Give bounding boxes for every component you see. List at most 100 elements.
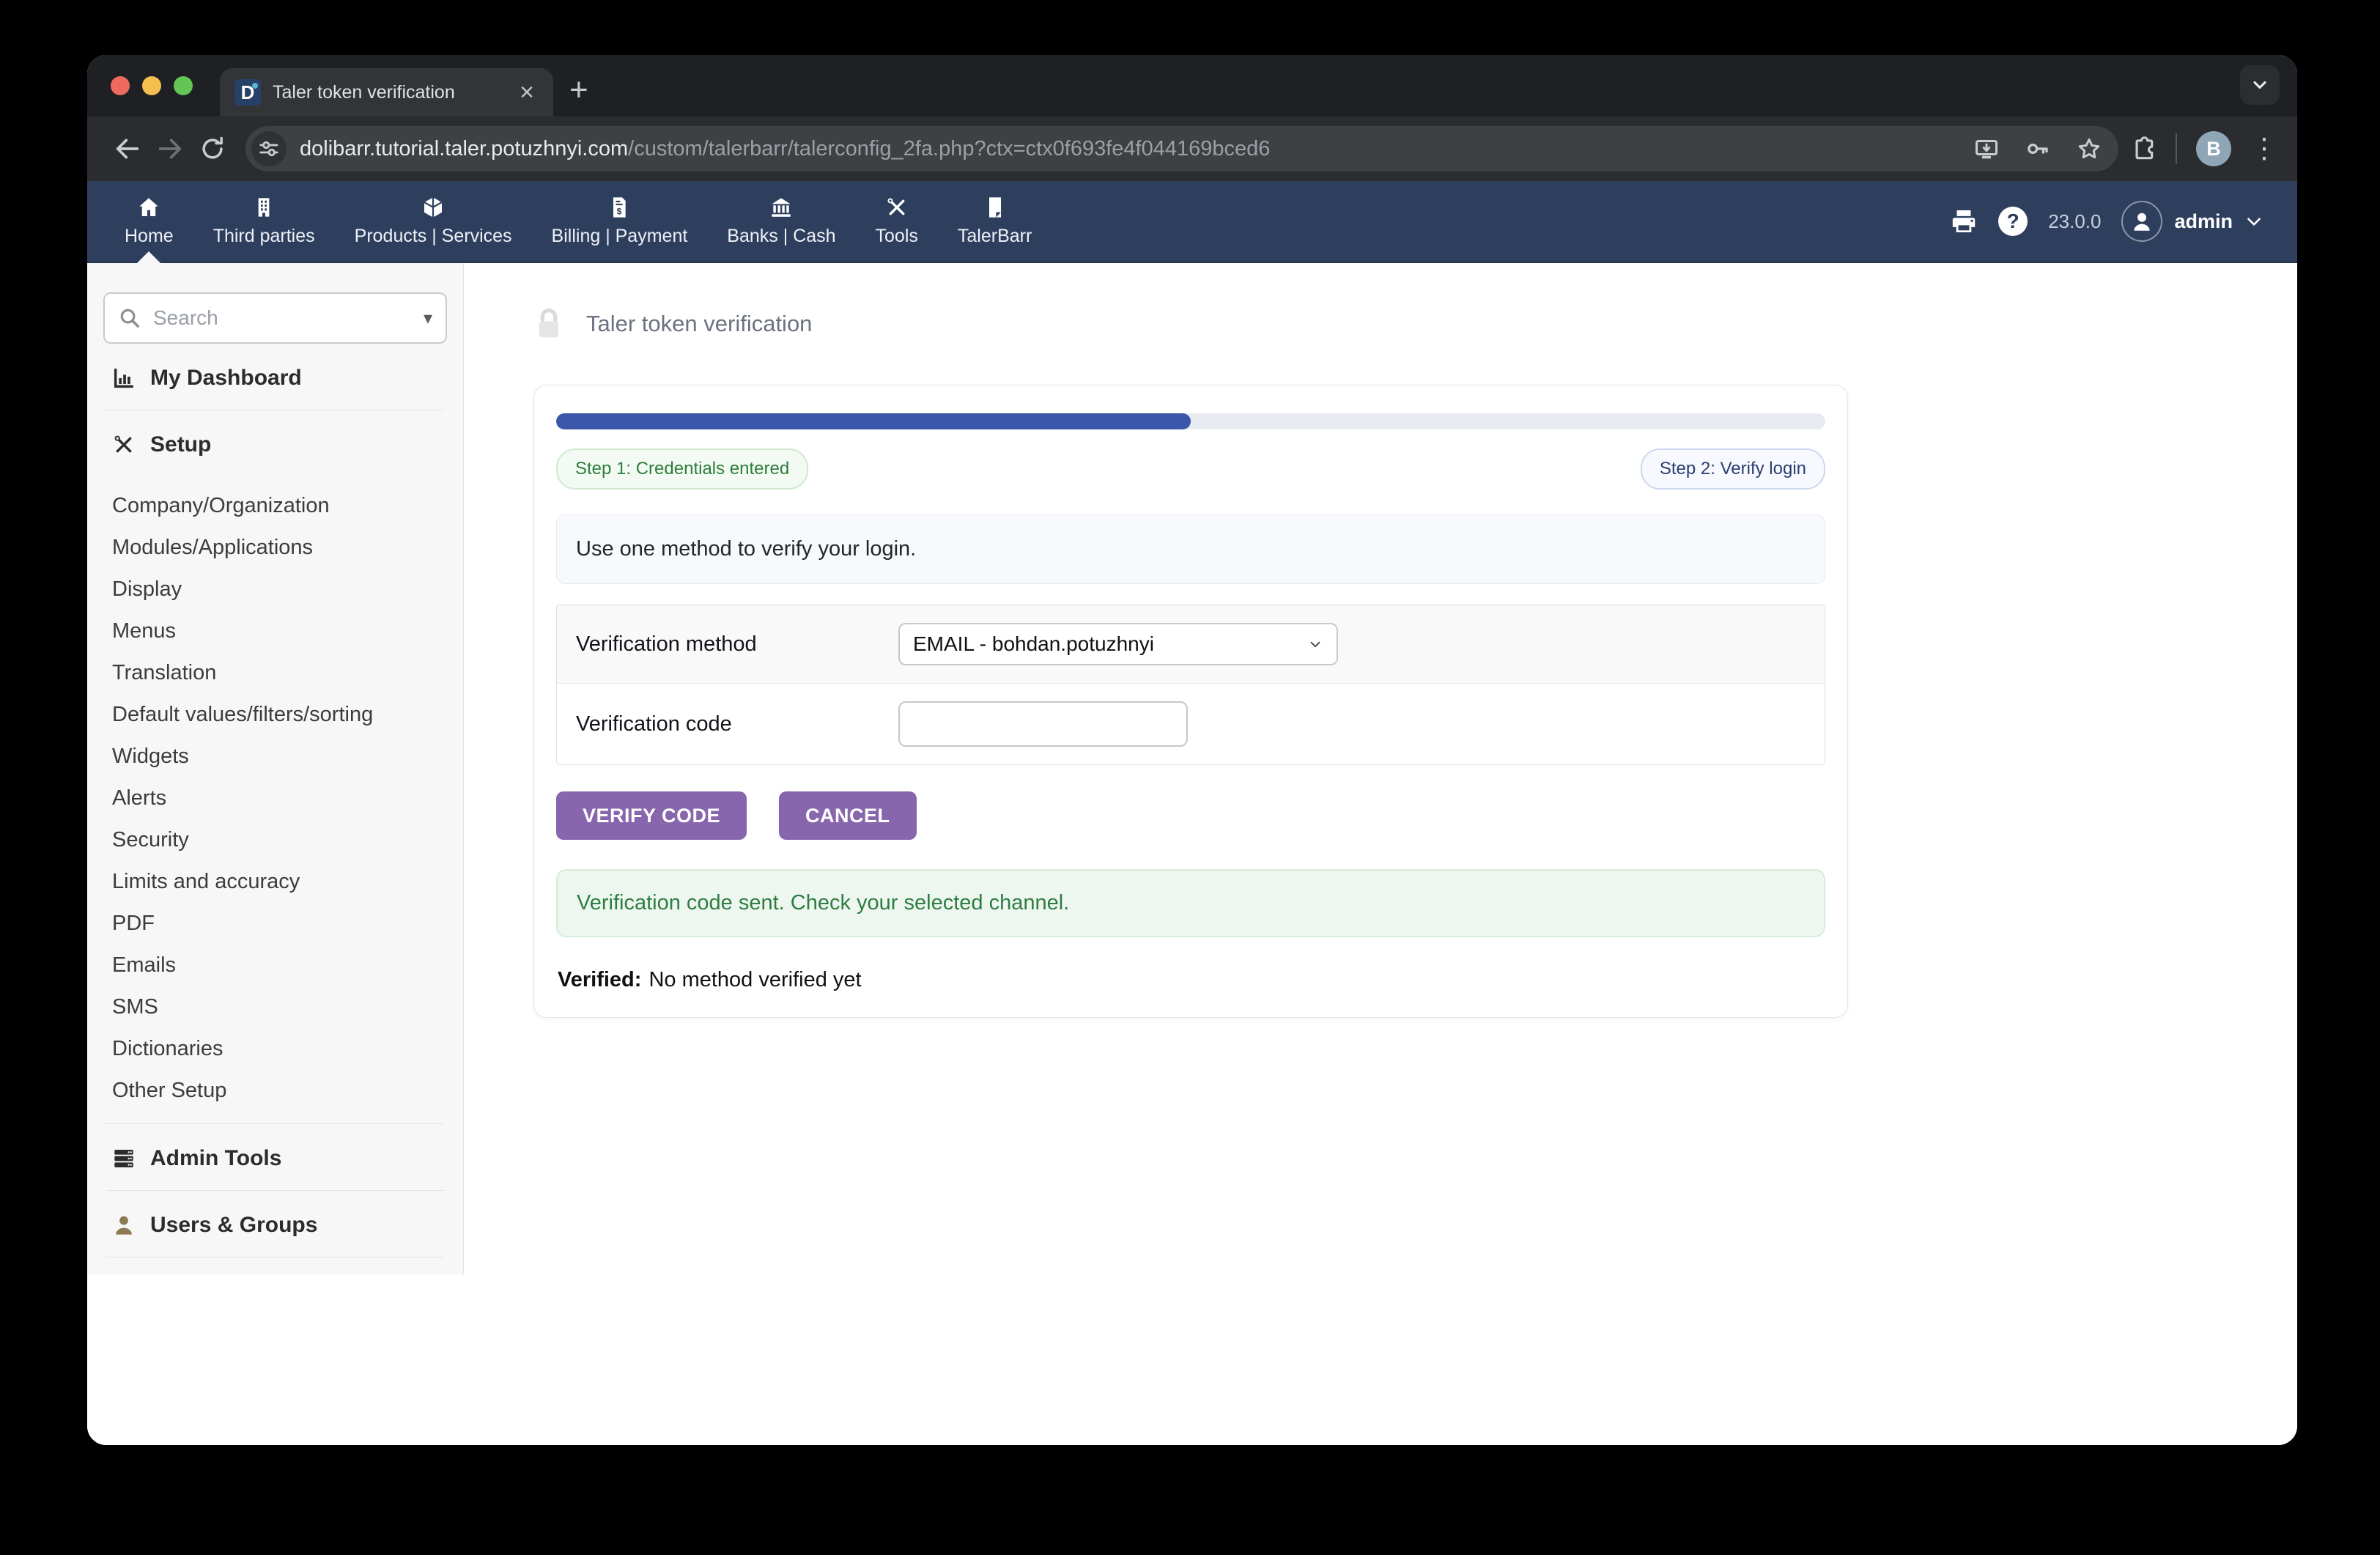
sidebar-search-box[interactable]: ▾	[103, 292, 447, 344]
bill-icon: $	[607, 196, 631, 219]
sidebar-item-menus[interactable]: Menus	[103, 610, 447, 652]
sidebar-item-dictionaries[interactable]: Dictionaries	[103, 1028, 447, 1070]
sidebar-item-default-values[interactable]: Default values/filters/sorting	[103, 694, 447, 736]
url-domain: dolibarr.tutorial.taler.potuzhnyi.com	[300, 137, 628, 160]
back-button[interactable]	[106, 128, 149, 170]
sidebar-item-dashboard[interactable]: My Dashboard	[103, 344, 447, 410]
nav-item-home[interactable]: Home	[105, 181, 193, 262]
user-menu[interactable]: admin	[2121, 201, 2263, 242]
nav-item-banks-cash[interactable]: Banks | Cash	[707, 181, 855, 262]
bookmark-star-icon[interactable]	[2076, 136, 2102, 162]
sidebar-item-setup[interactable]: Setup	[103, 410, 447, 476]
sidebar-item-other-setup[interactable]: Other Setup	[103, 1070, 447, 1112]
nav-label: Banks | Cash	[727, 226, 835, 247]
building-icon	[252, 196, 276, 219]
sidebar-item-admin-tools[interactable]: Admin Tools	[103, 1124, 447, 1190]
reload-button[interactable]	[191, 128, 234, 170]
help-glyph: ?	[2007, 210, 2019, 233]
new-tab-button[interactable]: +	[569, 74, 588, 106]
sidebar-item-company-organization[interactable]: Company/Organization	[103, 485, 447, 527]
dashboard-label: My Dashboard	[150, 366, 302, 391]
instruction-box: Use one method to verify your login.	[556, 514, 1825, 584]
tools-icon	[885, 196, 909, 219]
verification-code-input[interactable]	[898, 701, 1188, 747]
browser-tab[interactable]: D Taler token verification ×	[220, 68, 553, 117]
forward-arrow-icon	[155, 134, 185, 163]
extensions-puzzle-icon[interactable]	[2129, 135, 2157, 163]
nav-item-third-parties[interactable]: Third parties	[193, 181, 335, 262]
password-key-icon[interactable]	[2025, 136, 2051, 162]
browser-toolbar: dolibarr.tutorial.taler.potuzhnyi.com/cu…	[87, 117, 2297, 181]
url-bar[interactable]: dolibarr.tutorial.taler.potuzhnyi.com/cu…	[245, 126, 2118, 171]
verification-code-label: Verification code	[576, 712, 898, 736]
admin-tools-label: Admin Tools	[150, 1146, 281, 1171]
minimize-window-button[interactable]	[142, 76, 161, 95]
setup-label: Setup	[150, 432, 211, 457]
print-icon[interactable]	[1950, 207, 1978, 235]
selected-method: EMAIL - bohdan.potuzhnyi	[913, 632, 1154, 656]
lock-icon	[533, 306, 564, 342]
tab-close-icon[interactable]: ×	[515, 78, 539, 106]
close-window-button[interactable]	[111, 76, 130, 95]
nav-label: Third parties	[213, 226, 315, 247]
zoom-window-button[interactable]	[174, 76, 193, 95]
document-icon	[983, 196, 1007, 219]
app-top-navbar: Home Third parties Products | Services $…	[87, 181, 2297, 263]
users-groups-label: Users & Groups	[150, 1213, 317, 1238]
verified-value: No method verified yet	[648, 968, 861, 991]
help-button[interactable]: ?	[1998, 207, 2028, 236]
sidebar-item-alerts[interactable]: Alerts	[103, 778, 447, 819]
sidebar-item-pdf[interactable]: PDF	[103, 903, 447, 945]
page-title: Taler token verification	[586, 311, 812, 337]
cube-icon	[421, 196, 445, 219]
sidebar-item-users-groups[interactable]: Users & Groups	[103, 1191, 447, 1257]
sidebar-item-emails[interactable]: Emails	[103, 945, 447, 986]
tab-strip: D Taler token verification × +	[87, 55, 2297, 117]
search-icon	[118, 306, 141, 330]
app-version: 23.0.0	[2048, 210, 2101, 233]
nav-item-billing-payment[interactable]: $ Billing | Payment	[532, 181, 708, 262]
url-text: dolibarr.tutorial.taler.potuzhnyi.com/cu…	[300, 137, 1959, 161]
wizard-progress-fill	[556, 413, 1191, 429]
profile-initial: B	[2206, 138, 2221, 160]
sidebar-item-translation[interactable]: Translation	[103, 652, 447, 694]
sidebar-item-display[interactable]: Display	[103, 569, 447, 610]
nav-label: Tools	[876, 226, 918, 247]
forward-button[interactable]	[149, 128, 191, 170]
user-name: admin	[2174, 210, 2233, 233]
browser-window: D Taler token verification × +	[87, 55, 2297, 1445]
verified-label: Verified:	[558, 968, 641, 991]
reload-icon	[199, 135, 226, 163]
nav-item-tools[interactable]: Tools	[856, 181, 938, 262]
step1-badge: Step 1: Credentials entered	[556, 448, 808, 490]
search-input[interactable]	[153, 306, 412, 330]
sidebar-item-widgets[interactable]: Widgets	[103, 736, 447, 778]
bar-chart-icon	[112, 366, 136, 390]
user-avatar-icon	[2121, 201, 2162, 242]
sidebar-item-limits-accuracy[interactable]: Limits and accuracy	[103, 861, 447, 903]
verification-method-select[interactable]: EMAIL - bohdan.potuzhnyi	[898, 623, 1338, 665]
url-path: /custom/talerbarr/talerconfig_2fa.php?ct…	[628, 137, 1270, 160]
cancel-button[interactable]: CANCEL	[779, 791, 917, 840]
verification-card: Step 1: Credentials entered Step 2: Veri…	[533, 385, 1848, 1018]
back-arrow-icon	[113, 134, 142, 163]
bank-icon	[769, 196, 793, 219]
nav-label: Billing | Payment	[552, 226, 688, 247]
nav-item-products-services[interactable]: Products | Services	[335, 181, 532, 262]
tab-search-button[interactable]	[2240, 65, 2280, 105]
install-app-icon[interactable]	[1973, 136, 2000, 162]
site-info-button[interactable]	[251, 131, 287, 166]
browser-profile-avatar[interactable]: B	[2196, 131, 2231, 166]
search-dropdown-caret-icon: ▾	[424, 308, 432, 329]
sidebar-item-modules-applications[interactable]: Modules/Applications	[103, 527, 447, 569]
verify-code-button[interactable]: VERIFY CODE	[556, 791, 747, 840]
nav-label: Home	[125, 226, 174, 247]
browser-menu-button[interactable]: ⋮	[2250, 135, 2278, 163]
sidebar-item-sms[interactable]: SMS	[103, 986, 447, 1028]
nav-item-talerbarr[interactable]: TalerBarr	[938, 181, 1052, 262]
step2-badge: Step 2: Verify login	[1641, 448, 1825, 490]
success-notice: Verification code sent. Check your selec…	[556, 869, 1825, 937]
sidebar-item-security[interactable]: Security	[103, 819, 447, 861]
select-chevron-icon	[1307, 636, 1323, 652]
setup-menu-list: Company/Organization Modules/Application…	[103, 476, 447, 1123]
